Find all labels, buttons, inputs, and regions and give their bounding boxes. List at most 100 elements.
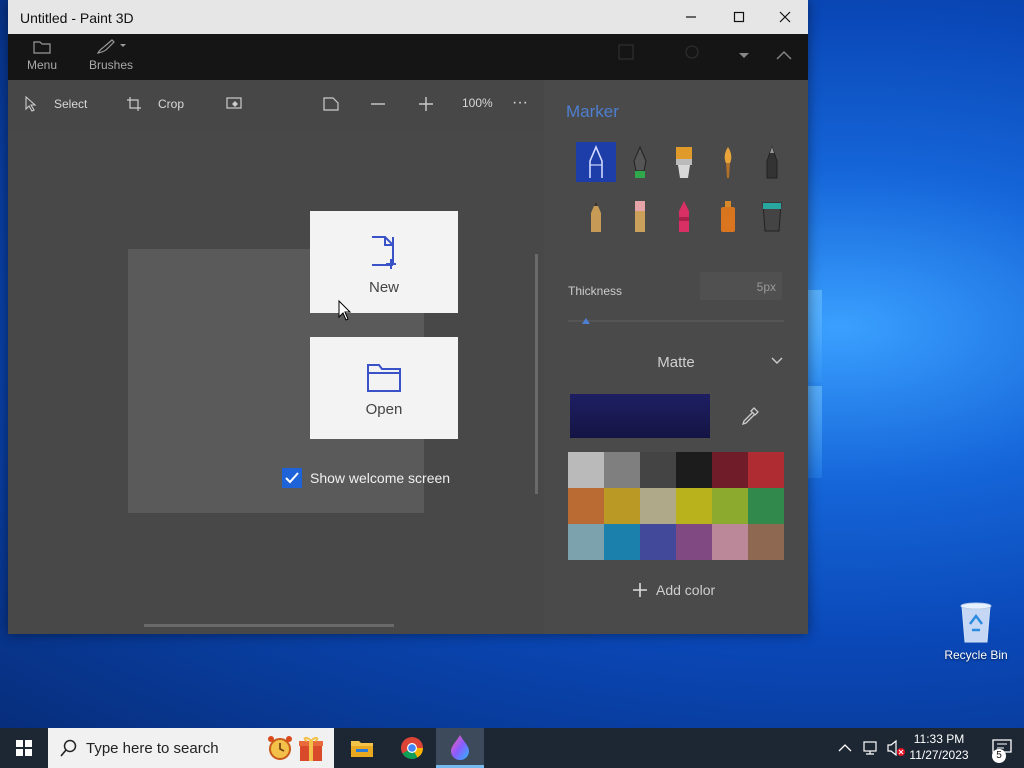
eyedropper-button[interactable]	[740, 406, 760, 431]
gift-icon	[299, 736, 323, 761]
volume-status[interactable]	[886, 728, 906, 768]
color-swatch[interactable]	[712, 524, 748, 560]
chevron-down-icon	[771, 357, 783, 364]
color-swatch[interactable]	[748, 524, 784, 560]
brush-pencil[interactable]	[576, 196, 616, 236]
plus-icon	[419, 97, 433, 111]
fill-bucket-icon	[762, 202, 782, 232]
oil-brush-icon	[676, 147, 692, 178]
brush-marker[interactable]	[576, 142, 616, 182]
view-3d-icon	[323, 97, 339, 111]
search-icon	[60, 739, 77, 757]
canvas-area[interactable]	[8, 130, 544, 634]
thickness-input[interactable]: 5px	[700, 272, 782, 300]
title-bar[interactable]: Untitled - Paint 3D	[8, 0, 808, 34]
color-swatch[interactable]	[712, 488, 748, 524]
start-button[interactable]	[0, 728, 48, 768]
menu-button[interactable]: Menu	[24, 39, 60, 72]
chevron-up-icon[interactable]	[776, 50, 792, 60]
color-swatch[interactable]	[604, 524, 640, 560]
calligraphy-pen-icon	[633, 145, 647, 178]
color-swatch[interactable]	[640, 452, 676, 488]
finish-dropdown[interactable]: Matte	[568, 350, 784, 374]
open-project-card[interactable]: Open	[310, 337, 458, 439]
eyedropper-icon	[741, 407, 759, 426]
color-swatch[interactable]	[748, 488, 784, 524]
view-3d-button[interactable]	[322, 96, 340, 112]
color-swatch[interactable]	[712, 452, 748, 488]
pencil-icon	[591, 201, 601, 232]
paint3d-icon	[451, 734, 469, 760]
brush-calligraphy-pen[interactable]	[620, 142, 660, 182]
search-input[interactable]	[86, 733, 256, 763]
color-swatch[interactable]	[676, 452, 712, 488]
brush-spray-can[interactable]	[708, 196, 748, 236]
recycle-bin-shortcut[interactable]: Recycle Bin	[940, 600, 1012, 662]
checkmark-icon	[285, 472, 299, 484]
brushes-button[interactable]: Brushes	[88, 39, 134, 72]
color-swatch[interactable]	[568, 524, 604, 560]
show-hidden-icons-button[interactable]	[838, 728, 852, 768]
brush-oil-brush[interactable]	[664, 142, 704, 182]
color-palette	[568, 452, 784, 560]
taskbar-clock[interactable]: 11:33 PM 11/27/2023	[904, 731, 974, 763]
chevron-down-icon[interactable]	[738, 52, 750, 60]
color-swatch[interactable]	[604, 488, 640, 524]
watercolor-icon	[724, 147, 732, 178]
color-swatch[interactable]	[640, 524, 676, 560]
chevron-up-icon	[838, 744, 852, 752]
color-swatch[interactable]	[676, 488, 712, 524]
brush-pixel-pen[interactable]	[752, 142, 792, 182]
color-swatch[interactable]	[604, 452, 640, 488]
color-swatch[interactable]	[640, 488, 676, 524]
new-project-card[interactable]: New	[310, 211, 458, 313]
select-label: Select	[54, 97, 88, 111]
recycle-bin-label: Recycle Bin	[944, 648, 1008, 662]
mouse-cursor-icon	[338, 300, 352, 321]
network-status[interactable]	[862, 728, 880, 768]
add-color-button[interactable]: Add color	[632, 582, 715, 598]
crop-label: Crop	[158, 97, 185, 111]
vertical-scrollbar[interactable]	[535, 254, 538, 494]
crayon-icon	[679, 201, 689, 232]
brush-eraser[interactable]	[620, 196, 660, 236]
thickness-label: Thickness	[568, 284, 623, 298]
brush-watercolor[interactable]	[708, 142, 748, 182]
zoom-out-button[interactable]	[370, 96, 386, 112]
taskbar-paint3d[interactable]	[436, 728, 484, 768]
taskbar-search-box[interactable]	[48, 728, 334, 768]
close-button[interactable]	[762, 0, 808, 34]
minimize-icon	[686, 16, 696, 18]
current-color-swatch[interactable]	[570, 394, 710, 438]
wallpaper-light-beam	[808, 290, 822, 382]
magic-select-icon	[226, 97, 242, 109]
wallpaper-light-beam	[808, 386, 822, 478]
thickness-slider[interactable]	[568, 316, 784, 326]
taskbar-file-explorer[interactable]	[338, 728, 386, 768]
add-color-label: Add color	[656, 582, 716, 598]
magic-select-tool[interactable]	[226, 96, 244, 112]
maximize-button[interactable]	[716, 0, 762, 34]
brush-fill-bucket[interactable]	[752, 196, 792, 236]
show-welcome-checkbox[interactable]: Show welcome screen	[282, 468, 450, 488]
crop-tool[interactable]: Crop	[126, 96, 184, 112]
effects-icon	[685, 45, 699, 59]
color-swatch[interactable]	[748, 452, 784, 488]
checkbox-box[interactable]	[282, 468, 302, 488]
zoom-level[interactable]: 100%	[462, 96, 493, 110]
color-swatch[interactable]	[568, 488, 604, 524]
pixel-pen-icon	[766, 145, 778, 179]
windows-logo-icon	[16, 740, 32, 756]
file-explorer-icon	[351, 741, 373, 757]
plus-icon	[633, 583, 647, 597]
color-swatch[interactable]	[568, 452, 604, 488]
more-options-button[interactable]: ···	[512, 94, 528, 112]
horizontal-scrollbar[interactable]	[144, 624, 394, 627]
taskbar-chrome[interactable]	[388, 728, 436, 768]
zoom-in-button[interactable]	[418, 96, 434, 112]
color-swatch[interactable]	[676, 524, 712, 560]
select-tool[interactable]: Select	[24, 96, 87, 112]
minimize-button[interactable]	[668, 0, 714, 34]
brush-icon	[96, 39, 126, 54]
brush-crayon[interactable]	[664, 196, 704, 236]
